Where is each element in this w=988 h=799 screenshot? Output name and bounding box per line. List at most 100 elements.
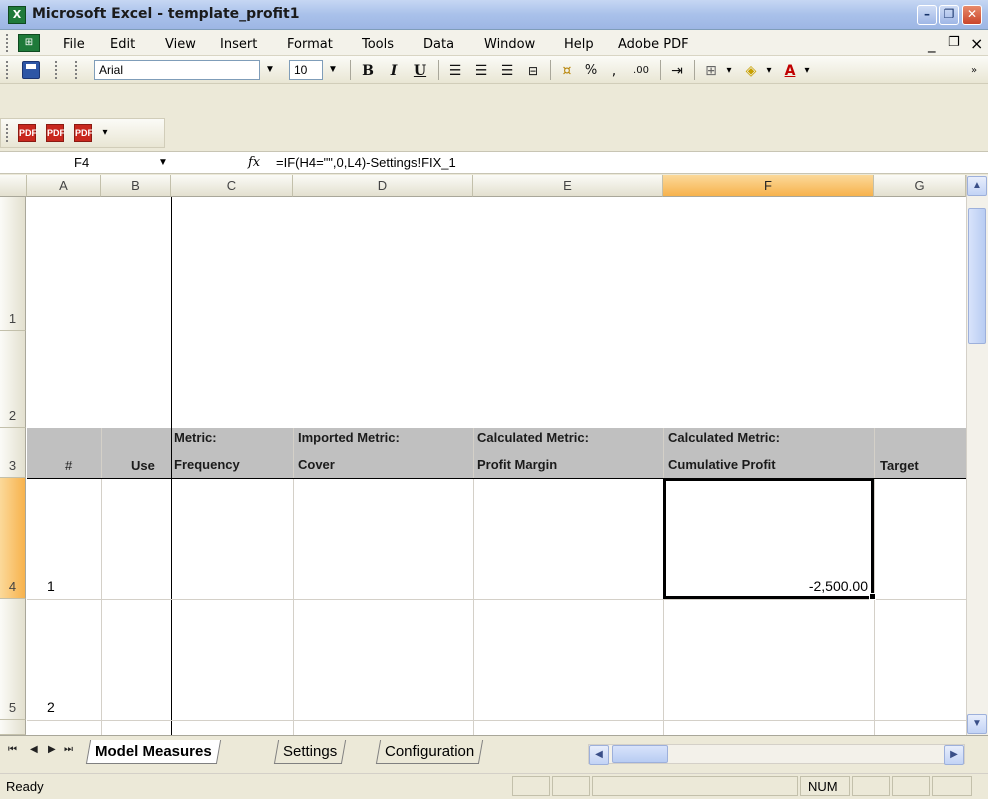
- scroll-right-icon[interactable]: ▶: [944, 745, 964, 765]
- increase-indent-icon[interactable]: ⇥: [666, 61, 688, 81]
- pdf-toolbar-grip[interactable]: [6, 124, 10, 142]
- scroll-up-icon[interactable]: ▲: [967, 176, 987, 196]
- status-panel: [552, 776, 590, 796]
- toolbar-separator: [660, 60, 661, 80]
- gridline: [27, 720, 966, 721]
- currency-icon[interactable]: ¤: [556, 61, 578, 81]
- name-box-dropdown-icon[interactable]: ▼: [158, 153, 170, 172]
- excel-app-icon[interactable]: X: [8, 6, 26, 24]
- align-right-icon[interactable]: ☰: [496, 61, 518, 81]
- bold-button[interactable]: B: [358, 61, 378, 81]
- row-header-4[interactable]: 4: [0, 478, 26, 599]
- borders-dropdown-icon[interactable]: ▾: [722, 61, 736, 81]
- header-use: Use: [131, 458, 155, 473]
- font-size-select[interactable]: 10: [289, 60, 323, 80]
- menu-tools[interactable]: Tools: [362, 37, 394, 52]
- row-header-1[interactable]: 1: [0, 197, 26, 331]
- column-header-f[interactable]: F: [663, 175, 874, 197]
- doc-minimize-button[interactable]: _: [928, 35, 936, 53]
- last-sheet-icon[interactable]: ⏭: [64, 744, 73, 755]
- column-header-g[interactable]: G: [874, 175, 966, 197]
- column-header-b[interactable]: B: [101, 175, 171, 197]
- row-header-5[interactable]: 5: [0, 599, 26, 720]
- menu-help[interactable]: Help: [564, 37, 594, 52]
- horizontal-scroll-thumb[interactable]: [612, 745, 668, 763]
- status-text: Ready: [6, 779, 44, 794]
- sheet-tab-settings[interactable]: Settings: [273, 740, 347, 764]
- column-header-e[interactable]: E: [473, 175, 663, 197]
- formula-input[interactable]: =IF(H4="",0,L4)-Settings!FIX_1: [276, 153, 456, 172]
- next-sheet-icon[interactable]: ▶: [48, 744, 56, 755]
- header-imported-metric-label: Imported Metric:: [298, 430, 400, 445]
- increase-decimal-button[interactable]: .00: [628, 61, 654, 81]
- column-header-c[interactable]: C: [171, 175, 293, 197]
- header-frequency: Frequency: [174, 457, 240, 472]
- menu-view[interactable]: View: [165, 37, 196, 52]
- status-panel: [592, 776, 798, 796]
- fill-handle[interactable]: [869, 593, 876, 600]
- sheet-tab-configuration[interactable]: Configuration: [375, 740, 484, 764]
- comma-style-button[interactable]: ,: [608, 61, 620, 81]
- save-icon[interactable]: [22, 61, 40, 79]
- menu-adobe-pdf[interactable]: Adobe PDF: [618, 37, 689, 52]
- convert-to-pdf-icon[interactable]: PDF: [18, 124, 37, 142]
- column-header-d[interactable]: D: [293, 175, 473, 197]
- gridline: [293, 428, 294, 735]
- convert-and-review-pdf-icon[interactable]: PDF: [74, 124, 93, 142]
- workbook-icon[interactable]: ⊞: [18, 34, 40, 52]
- align-center-icon[interactable]: ☰: [470, 61, 492, 81]
- toolbar-grip-2[interactable]: [55, 61, 59, 79]
- font-name-select[interactable]: Arial: [94, 60, 260, 80]
- previous-sheet-icon[interactable]: ◀: [30, 744, 38, 755]
- percent-button[interactable]: %: [582, 61, 600, 81]
- gridline: [101, 428, 102, 735]
- doc-close-button[interactable]: ×: [970, 34, 983, 53]
- cell-a5[interactable]: 2: [47, 699, 55, 715]
- menu-grip-handle[interactable]: [6, 34, 10, 52]
- toolbar-grip-3[interactable]: [75, 61, 79, 79]
- menu-insert[interactable]: Insert: [220, 37, 257, 52]
- scroll-down-icon[interactable]: ▼: [967, 714, 987, 734]
- font-color-dropdown-icon[interactable]: ▾: [800, 61, 814, 81]
- first-sheet-icon[interactable]: ⏮: [8, 744, 17, 755]
- select-all-corner[interactable]: [0, 175, 27, 197]
- scroll-left-icon[interactable]: ◀: [589, 745, 609, 765]
- align-left-icon[interactable]: ☰: [444, 61, 466, 81]
- row-header-2[interactable]: 2: [0, 331, 26, 428]
- row-header-6[interactable]: [0, 720, 26, 735]
- menu-file[interactable]: File: [63, 37, 85, 52]
- menu-window[interactable]: Window: [484, 37, 535, 52]
- gridline: [27, 599, 966, 600]
- borders-icon[interactable]: ⊞: [700, 61, 722, 81]
- font-color-button[interactable]: A: [780, 61, 800, 81]
- close-button[interactable]: ✕: [962, 5, 982, 25]
- restore-button[interactable]: ❐: [939, 5, 959, 25]
- vertical-scroll-thumb[interactable]: [968, 208, 986, 344]
- pdf-toolbar-options-icon[interactable]: ▾: [98, 123, 112, 143]
- doc-restore-button[interactable]: ❐: [948, 35, 960, 50]
- gridline: [473, 428, 474, 735]
- cell-a4[interactable]: 1: [47, 578, 55, 594]
- minimize-button[interactable]: –: [917, 5, 937, 25]
- toolbar-separator: [438, 60, 439, 80]
- convert-and-email-pdf-icon[interactable]: PDF: [46, 124, 65, 142]
- toolbar-options-icon[interactable]: »: [966, 61, 982, 81]
- row-header-3[interactable]: 3: [0, 428, 26, 478]
- underline-button[interactable]: U: [410, 61, 430, 81]
- column-header-a[interactable]: A: [27, 175, 101, 197]
- sheet-tab-model-measures[interactable]: Model Measures: [85, 740, 221, 764]
- status-panel: [852, 776, 890, 796]
- fill-color-dropdown-icon[interactable]: ▾: [762, 61, 776, 81]
- menu-data[interactable]: Data: [423, 37, 454, 52]
- merge-center-icon[interactable]: ⊟: [522, 61, 544, 81]
- name-box[interactable]: F4: [6, 153, 156, 172]
- status-panel: [892, 776, 930, 796]
- insert-function-icon[interactable]: fx: [248, 153, 260, 172]
- fill-color-icon[interactable]: ◈: [740, 61, 762, 81]
- font-size-dropdown-icon[interactable]: ▼: [326, 60, 340, 80]
- toolbar-grip[interactable]: [6, 61, 10, 79]
- menu-format[interactable]: Format: [287, 37, 333, 52]
- italic-button[interactable]: I: [384, 61, 404, 81]
- font-name-dropdown-icon[interactable]: ▼: [263, 60, 277, 80]
- menu-edit[interactable]: Edit: [110, 37, 135, 52]
